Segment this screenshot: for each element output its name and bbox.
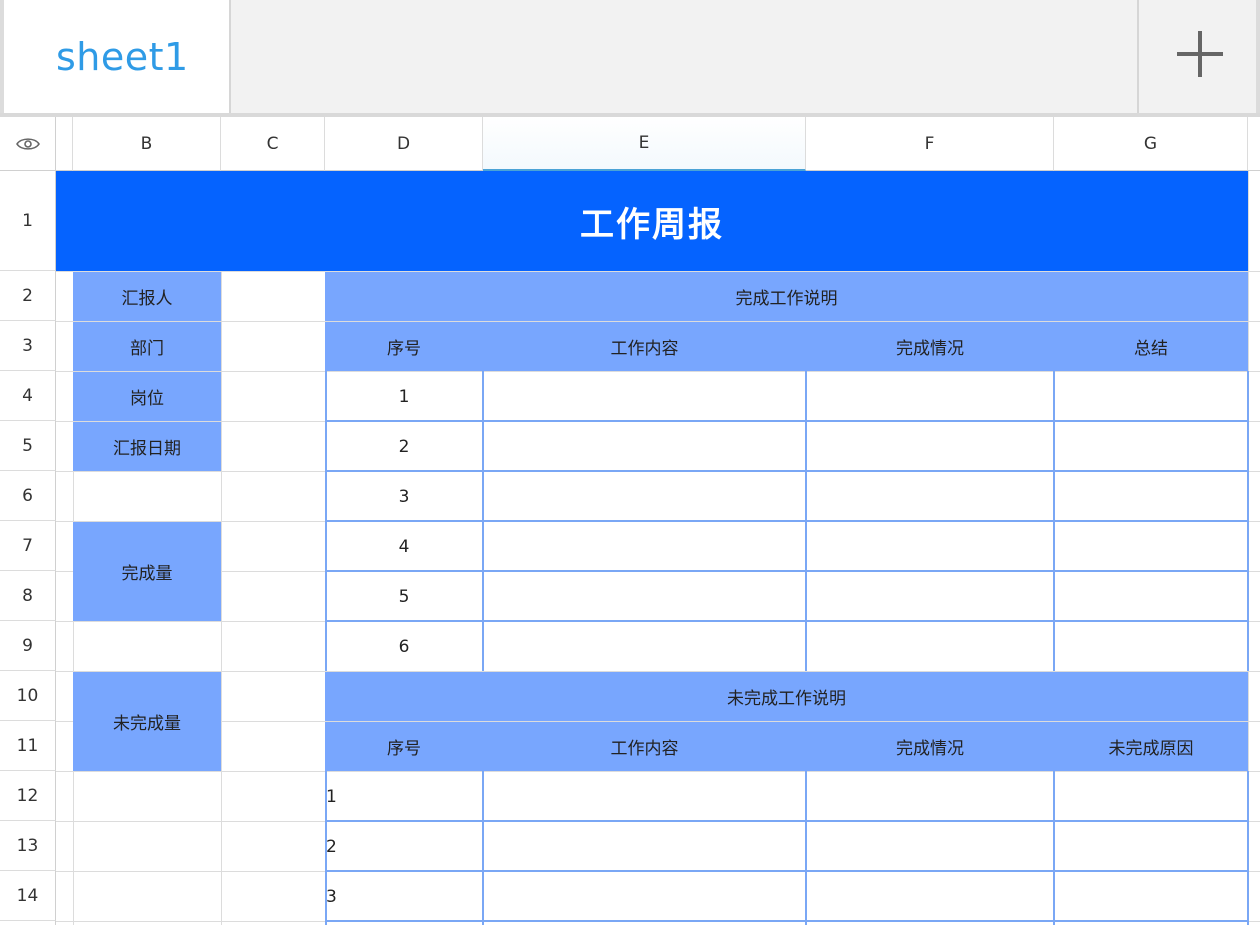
table-border bbox=[325, 820, 1249, 822]
uncompleted-header-status[interactable]: 完成情况 bbox=[806, 722, 1054, 771]
table-border bbox=[325, 771, 327, 925]
column-header-d[interactable]: D bbox=[325, 117, 483, 171]
completed-section-title[interactable]: 完成工作说明 bbox=[325, 272, 1248, 321]
table-border bbox=[805, 771, 807, 925]
row-header-9[interactable]: 9 bbox=[0, 621, 56, 671]
uncompleted-seq-2[interactable]: 2 bbox=[325, 822, 483, 871]
uncompleted-header-content[interactable]: 工作内容 bbox=[483, 722, 806, 771]
row-header-13[interactable]: 13 bbox=[0, 821, 56, 871]
completed-seq-5[interactable]: 5 bbox=[325, 572, 483, 621]
table-border bbox=[325, 470, 1249, 472]
table-border bbox=[1053, 771, 1055, 925]
row-header-8[interactable]: 8 bbox=[0, 571, 56, 621]
row-header-14[interactable]: 14 bbox=[0, 871, 56, 921]
uncompleted-header-reason[interactable]: 未完成原因 bbox=[1054, 722, 1248, 771]
title-banner-cell[interactable]: 工作周报 bbox=[56, 171, 1248, 271]
column-header-f[interactable]: F bbox=[806, 117, 1054, 171]
completed-seq-2[interactable]: 2 bbox=[325, 422, 483, 471]
completed-seq-1[interactable]: 1 bbox=[325, 372, 483, 421]
gridline bbox=[221, 171, 222, 925]
table-border bbox=[325, 570, 1249, 572]
row-header-15[interactable] bbox=[0, 921, 56, 925]
column-header-e[interactable]: E bbox=[483, 117, 806, 171]
sheet-tab-label: sheet1 bbox=[56, 34, 189, 79]
row-header-6[interactable]: 6 bbox=[0, 471, 56, 521]
table-border bbox=[1247, 771, 1249, 925]
table-border bbox=[325, 420, 1249, 422]
row-header-3[interactable]: 3 bbox=[0, 321, 56, 371]
column-header-b[interactable]: B bbox=[73, 117, 221, 171]
label-reporter[interactable]: 汇报人 bbox=[73, 272, 221, 321]
completed-header-summary[interactable]: 总结 bbox=[1054, 322, 1248, 371]
label-report-date[interactable]: 汇报日期 bbox=[73, 422, 221, 471]
label-position[interactable]: 岗位 bbox=[73, 372, 221, 421]
table-border bbox=[325, 620, 1249, 622]
table-border bbox=[325, 870, 1249, 872]
completed-header-seq[interactable]: 序号 bbox=[325, 322, 483, 371]
completed-header-content[interactable]: 工作内容 bbox=[483, 322, 806, 371]
row-header-12[interactable]: 12 bbox=[0, 771, 56, 821]
visibility-toggle[interactable] bbox=[0, 117, 56, 171]
label-completed-qty[interactable]: 完成量 bbox=[73, 522, 221, 621]
column-header-h[interactable] bbox=[1248, 117, 1260, 171]
row-header-10[interactable]: 10 bbox=[0, 671, 56, 721]
tabbar-right-edge bbox=[1256, 0, 1260, 113]
table-border bbox=[482, 771, 484, 925]
row-header-5[interactable]: 5 bbox=[0, 421, 56, 471]
label-department[interactable]: 部门 bbox=[73, 322, 221, 371]
eye-icon bbox=[15, 137, 40, 150]
gridline bbox=[56, 771, 1260, 772]
completed-seq-3[interactable]: 3 bbox=[325, 472, 483, 521]
row-header-11[interactable]: 11 bbox=[0, 721, 56, 771]
table-border bbox=[325, 520, 1249, 522]
sheet-tab-sheet1[interactable]: sheet1 bbox=[4, 0, 231, 113]
column-header-a[interactable] bbox=[56, 117, 73, 171]
row-header-2[interactable]: 2 bbox=[0, 271, 56, 321]
column-header-g[interactable]: G bbox=[1054, 117, 1248, 171]
table-border bbox=[325, 920, 1249, 922]
label-uncompleted-qty[interactable]: 未完成量 bbox=[73, 672, 221, 771]
sheet-tab-bar: sheet1 bbox=[0, 0, 1260, 117]
spreadsheet-grid: B C D E F G 1 2 3 4 5 6 7 8 9 10 11 12 1… bbox=[0, 117, 1260, 925]
add-sheet-button[interactable] bbox=[1137, 0, 1260, 113]
completed-seq-4[interactable]: 4 bbox=[325, 522, 483, 571]
report-title: 工作周报 bbox=[580, 204, 724, 245]
uncompleted-seq-1[interactable]: 1 bbox=[325, 772, 483, 821]
completed-seq-6[interactable]: 6 bbox=[325, 622, 483, 671]
row-header-7[interactable]: 7 bbox=[0, 521, 56, 571]
row-header-4[interactable]: 4 bbox=[0, 371, 56, 421]
uncompleted-seq-3[interactable]: 3 bbox=[325, 872, 483, 921]
gridline bbox=[56, 371, 1260, 372]
column-header-c[interactable]: C bbox=[221, 117, 325, 171]
uncompleted-header-seq[interactable]: 序号 bbox=[325, 722, 483, 771]
completed-header-status[interactable]: 完成情况 bbox=[806, 322, 1054, 371]
row-header-1[interactable]: 1 bbox=[0, 171, 56, 271]
plus-icon bbox=[1177, 31, 1223, 77]
uncompleted-section-title[interactable]: 未完成工作说明 bbox=[325, 672, 1248, 721]
